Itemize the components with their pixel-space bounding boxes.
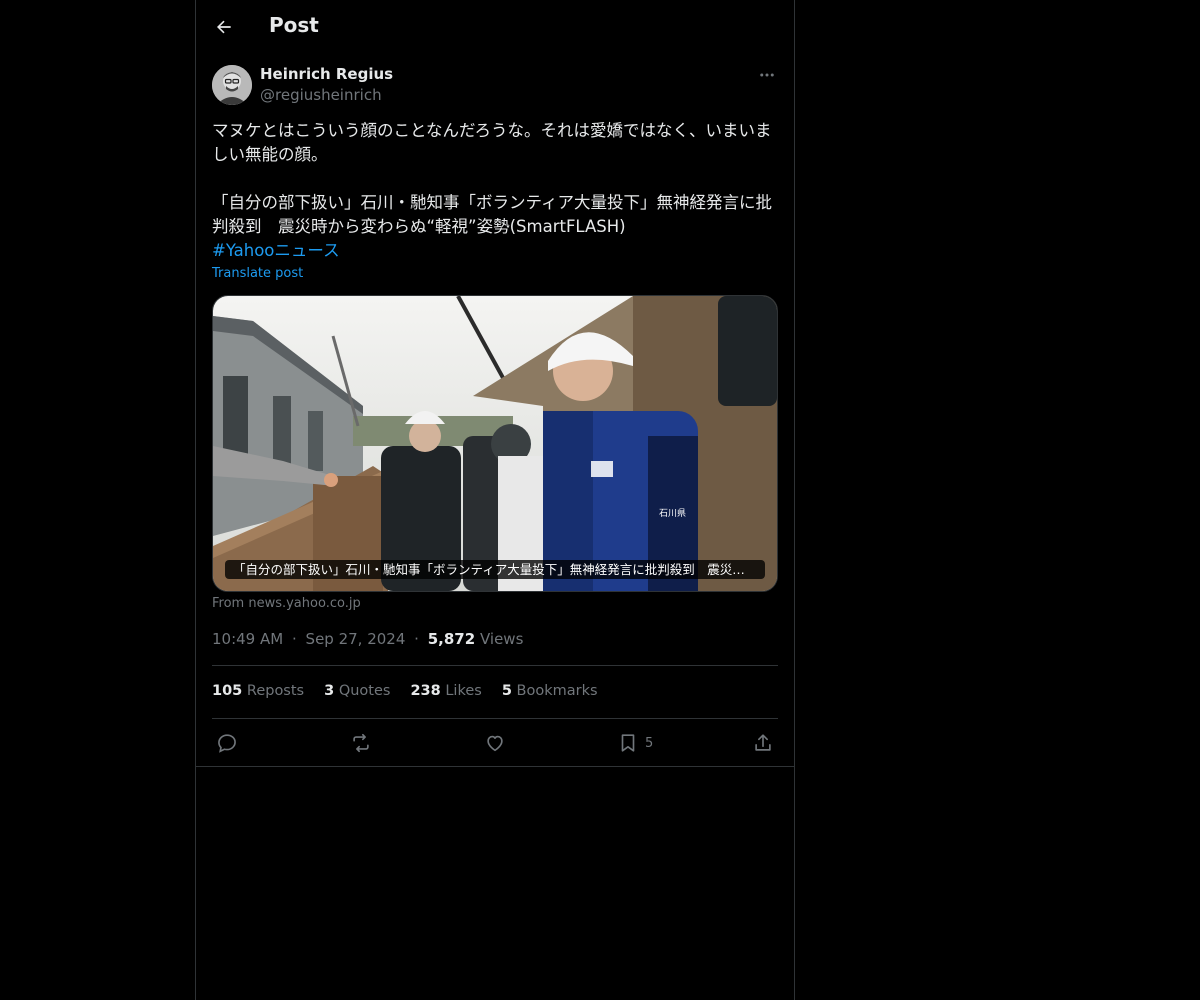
bookmarks-count: 5 (501, 683, 512, 699)
top-bar: Post (196, 0, 794, 54)
reply-icon (218, 734, 236, 753)
post-text: マヌケとはこういう顔のことなんだろうな。それは愛嬌ではなく、いまいましい無能の顔… (212, 119, 778, 263)
back-button[interactable] (208, 10, 240, 44)
likes-count: 238 (410, 683, 441, 699)
views-label: Views (479, 630, 524, 648)
hashtag-link[interactable]: #Yahooニュース (212, 241, 340, 260)
user-handle[interactable]: @regiusheinrich (260, 86, 382, 104)
divider (212, 718, 778, 719)
jacket-label: 石川県 (659, 508, 686, 519)
quotes-stat[interactable]: 3 Quotes (324, 683, 390, 699)
reposts-stat[interactable]: 105 Reposts (212, 683, 304, 699)
quotes-label: Quotes (338, 683, 391, 699)
share-button[interactable] (752, 729, 774, 757)
views-count: 5,872 (427, 630, 476, 648)
heart-icon (487, 735, 503, 752)
repost-icon (353, 733, 369, 753)
bookmarks-stat[interactable]: 5 Bookmarks (502, 683, 598, 699)
like-button[interactable] (484, 729, 506, 757)
post-author: Heinrich Regius @regiusheinrich (212, 64, 778, 108)
quotes-count: 3 (324, 683, 335, 699)
card-source[interactable]: From news.yahoo.co.jp (212, 596, 361, 611)
bookmark-count: 5 (645, 735, 654, 751)
post-date[interactable]: Sep 27, 2024 (306, 630, 406, 648)
meta-separator: · (291, 630, 297, 648)
reply-button[interactable] (216, 729, 238, 757)
translate-post-link[interactable]: Translate post (212, 266, 303, 281)
bookmark-button[interactable]: 5 (617, 729, 653, 757)
arrow-left-icon (217, 20, 231, 34)
bookmark-icon (621, 734, 635, 752)
link-card[interactable]: 石川県 「自分の部下扱い」石川・馳知事「ボランティア大量投下」無神経発言に批判殺… (212, 295, 778, 592)
post-column: Post Heinrich Regius @regiusheinrich マヌケ… (195, 0, 795, 1000)
card-caption: 「自分の部下扱い」石川・馳知事「ボランティア大量投下」無神経発言に批判殺到 震災… (225, 560, 765, 579)
reposts-label: Reposts (246, 683, 305, 699)
more-horizontal-icon (760, 73, 774, 77)
more-button[interactable] (756, 64, 778, 86)
card-image: 石川県 (213, 296, 777, 591)
post-time[interactable]: 10:49 AM (212, 630, 283, 648)
page-title: Post (269, 13, 319, 37)
action-bar: 5 (212, 729, 778, 757)
likes-stat[interactable]: 238 Likes (410, 683, 481, 699)
avatar[interactable] (212, 65, 252, 105)
post-meta: 10:49 AM · Sep 27, 2024 · 5,872 Views (212, 630, 523, 648)
engagement-stats: 105 Reposts 3 Quotes 238 Likes 5 Bookmar… (212, 683, 598, 699)
post-bottom-border (196, 766, 794, 767)
post-paragraph: マヌケとはこういう顔のことなんだろうな。それは愛嬌ではなく、いまいましい無能の顔… (212, 121, 772, 164)
likes-label: Likes (445, 683, 482, 699)
bookmarks-label: Bookmarks (516, 683, 598, 699)
avatar-image (212, 65, 252, 105)
share-icon (755, 734, 771, 751)
display-name[interactable]: Heinrich Regius (260, 65, 393, 83)
reposts-count: 105 (212, 683, 243, 699)
meta-separator: · (414, 630, 419, 648)
post-paragraph: 「自分の部下扱い」石川・馳知事「ボランティア大量投下」無神経発言に批判殺到 震災… (212, 193, 773, 236)
divider (212, 665, 778, 666)
repost-button[interactable] (350, 729, 372, 757)
